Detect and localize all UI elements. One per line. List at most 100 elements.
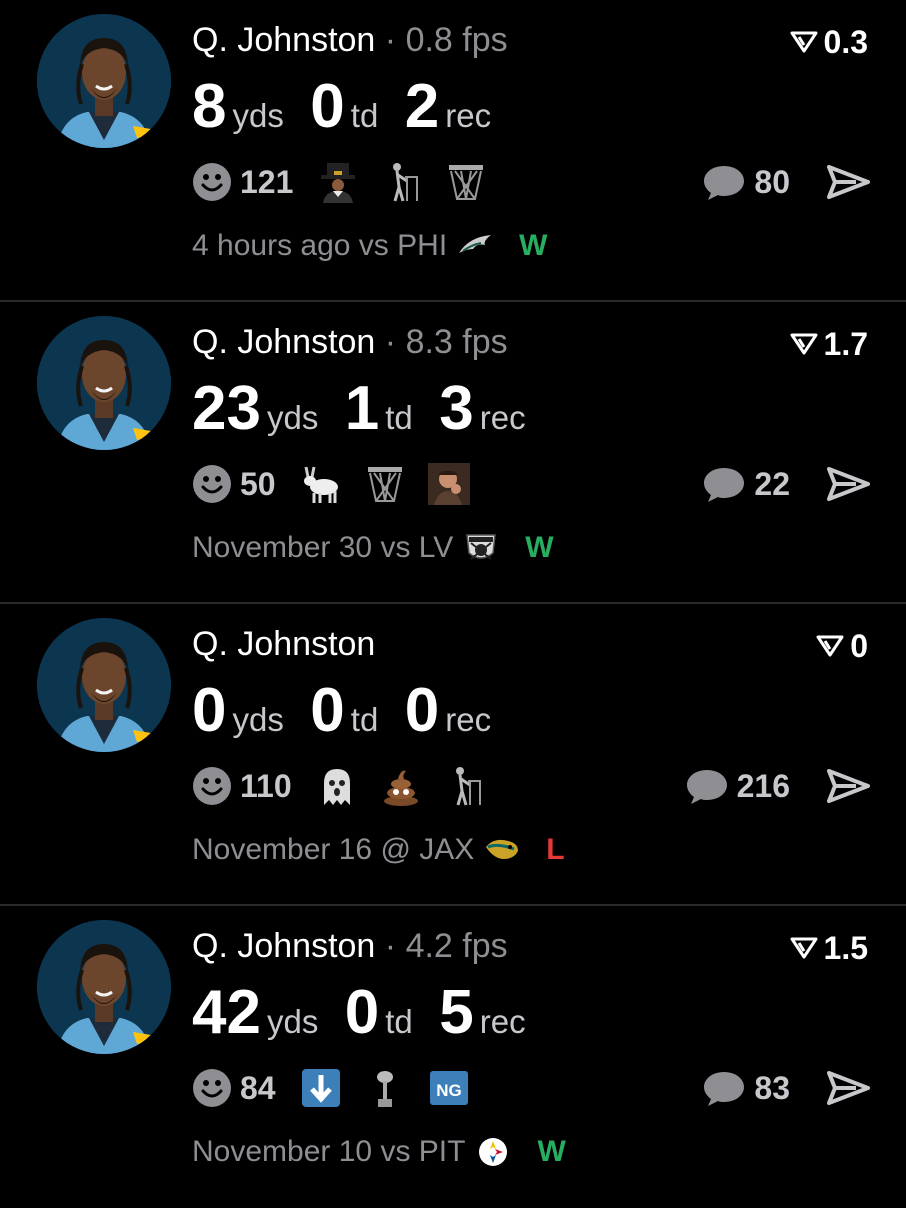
reaction-emojis[interactable]: NG bbox=[300, 1067, 492, 1109]
basketball-hoop-emoji[interactable] bbox=[445, 161, 487, 203]
player-name[interactable]: Q. Johnston bbox=[192, 927, 375, 965]
poop-emoji[interactable] bbox=[380, 765, 422, 807]
feed: Q. Johnston · 0.8 fps 0.3 8 yds 0 td 2 rec … bbox=[0, 0, 906, 1200]
stat-line: 0 yds 0 td 0 rec bbox=[192, 676, 513, 746]
smiley-icon[interactable] bbox=[192, 766, 232, 806]
reaction-count: 110 bbox=[240, 767, 292, 804]
touchdowns-value: 0 bbox=[310, 72, 345, 141]
smiley-icon[interactable] bbox=[192, 1068, 232, 1108]
player-avatar[interactable] bbox=[37, 14, 171, 148]
yards-label: yds bbox=[232, 701, 284, 738]
stat-line: 8 yds 0 td 2 rec bbox=[192, 72, 513, 142]
reactions-bar[interactable]: 84 NG bbox=[192, 1066, 492, 1110]
post-card[interactable]: Q. Johnston 0 0 yds 0 td 0 rec 110 216 Nove… bbox=[0, 604, 906, 906]
score-value: 1.5 bbox=[823, 930, 868, 966]
goat-emoji[interactable] bbox=[300, 463, 342, 505]
raiders-logo bbox=[463, 533, 499, 563]
yards-value: 23 bbox=[192, 374, 261, 443]
player-avatar[interactable] bbox=[37, 316, 171, 450]
score-arrow-icon bbox=[790, 937, 818, 959]
receptions-value: 5 bbox=[439, 978, 474, 1047]
ng-badge-emoji[interactable]: NG bbox=[428, 1067, 470, 1109]
comment-count: 216 bbox=[736, 767, 790, 804]
reaction-emojis[interactable] bbox=[316, 765, 508, 807]
post-card[interactable]: Q. Johnston · 0.8 fps 0.3 8 yds 0 td 2 rec … bbox=[0, 0, 906, 302]
trophy-emoji[interactable] bbox=[364, 1067, 406, 1109]
share-send-icon[interactable] bbox=[826, 768, 870, 804]
praying-man-emoji[interactable] bbox=[427, 463, 470, 505]
down-arrow-emoji[interactable] bbox=[300, 1067, 342, 1109]
game-venue: @ bbox=[380, 833, 411, 866]
fantasy-points: · 4.2 fps bbox=[384, 927, 508, 965]
yards-value: 42 bbox=[192, 978, 261, 1047]
jaguars-logo bbox=[484, 835, 520, 865]
game-result: W bbox=[537, 1135, 566, 1168]
comments-button[interactable]: 83 bbox=[702, 1066, 790, 1110]
share-send-icon[interactable] bbox=[826, 164, 870, 200]
share-send-icon[interactable] bbox=[826, 466, 870, 502]
fantasy-points: · 8.3 fps bbox=[384, 323, 508, 361]
receptions-label: rec bbox=[479, 399, 526, 436]
game-time: November 16 bbox=[192, 833, 373, 866]
smiley-icon[interactable] bbox=[192, 464, 232, 504]
game-time: November 30 bbox=[192, 531, 373, 564]
reactions-bar[interactable]: 121 bbox=[192, 160, 509, 204]
game-venue: vs bbox=[380, 531, 411, 564]
player-name[interactable]: Q. Johnston bbox=[192, 323, 375, 361]
reaction-emojis[interactable] bbox=[317, 161, 509, 203]
ghost-emoji[interactable] bbox=[316, 765, 358, 807]
score-value: 1.7 bbox=[823, 326, 868, 362]
pilgrim-emoji[interactable] bbox=[317, 161, 359, 203]
comments-button[interactable]: 80 bbox=[702, 160, 790, 204]
touchdowns-label: td bbox=[385, 399, 413, 436]
reactions-bar[interactable]: 110 bbox=[192, 764, 508, 808]
game-venue: vs bbox=[358, 229, 389, 262]
player-name[interactable]: Q. Johnston bbox=[192, 21, 375, 59]
comment-bubble-icon bbox=[704, 166, 745, 200]
touchdowns-label: td bbox=[385, 1003, 413, 1040]
touchdowns-label: td bbox=[350, 97, 379, 134]
post-card[interactable]: Q. Johnston · 8.3 fps 1.7 23 yds 1 td 3 rec… bbox=[0, 302, 906, 604]
comment-count: 83 bbox=[754, 1069, 790, 1106]
reaction-count: 121 bbox=[240, 163, 294, 200]
game-info[interactable]: November 16 @ JAX L bbox=[192, 830, 565, 870]
comments-button[interactable]: 22 bbox=[702, 462, 790, 506]
receptions-value: 3 bbox=[439, 374, 474, 443]
elderly-walker-emoji[interactable] bbox=[444, 765, 486, 807]
reaction-count: 84 bbox=[240, 1069, 276, 1106]
game-info[interactable]: 4 hours ago vs PHI W bbox=[192, 226, 547, 266]
share-send-icon[interactable] bbox=[826, 1070, 870, 1106]
game-result: L bbox=[546, 833, 565, 866]
comment-bubble-icon bbox=[704, 1072, 745, 1106]
reaction-count: 50 bbox=[240, 465, 276, 502]
comments-button[interactable]: 216 bbox=[685, 764, 790, 808]
game-info[interactable]: November 30 vs LV W bbox=[192, 528, 554, 568]
opponent-abbr: JAX bbox=[419, 833, 475, 866]
receptions-label: rec bbox=[479, 1003, 526, 1040]
score-badge: 1.7 bbox=[790, 324, 868, 364]
touchdowns-value: 0 bbox=[310, 676, 345, 745]
opponent-abbr: LV bbox=[418, 531, 454, 564]
comment-count: 80 bbox=[754, 163, 790, 200]
touchdowns-label: td bbox=[350, 701, 379, 738]
score-value: 0.3 bbox=[823, 24, 868, 60]
stat-line: 42 yds 0 td 5 rec bbox=[192, 978, 548, 1048]
basketball-hoop-emoji[interactable] bbox=[364, 463, 406, 505]
post-card[interactable]: Q. Johnston · 4.2 fps 1.5 42 yds 0 td 5 rec… bbox=[0, 906, 906, 1208]
game-time: 4 hours ago bbox=[192, 229, 351, 262]
reaction-emojis[interactable] bbox=[300, 463, 492, 505]
smiley-icon[interactable] bbox=[192, 162, 232, 202]
elderly-walker-emoji[interactable] bbox=[381, 161, 423, 203]
yards-label: yds bbox=[266, 399, 319, 436]
receptions-value: 2 bbox=[404, 72, 440, 141]
score-arrow-icon bbox=[790, 333, 818, 355]
title-line: Q. Johnston · 0.8 fps bbox=[192, 20, 508, 60]
reactions-bar[interactable]: 50 bbox=[192, 462, 492, 506]
comment-count: 22 bbox=[754, 465, 790, 502]
player-avatar[interactable] bbox=[37, 920, 171, 1054]
receptions-label: rec bbox=[445, 97, 492, 134]
game-info[interactable]: November 10 vs PIT W bbox=[192, 1132, 566, 1172]
player-avatar[interactable] bbox=[37, 618, 171, 752]
player-name[interactable]: Q. Johnston bbox=[192, 625, 375, 663]
yards-label: yds bbox=[266, 1003, 319, 1040]
